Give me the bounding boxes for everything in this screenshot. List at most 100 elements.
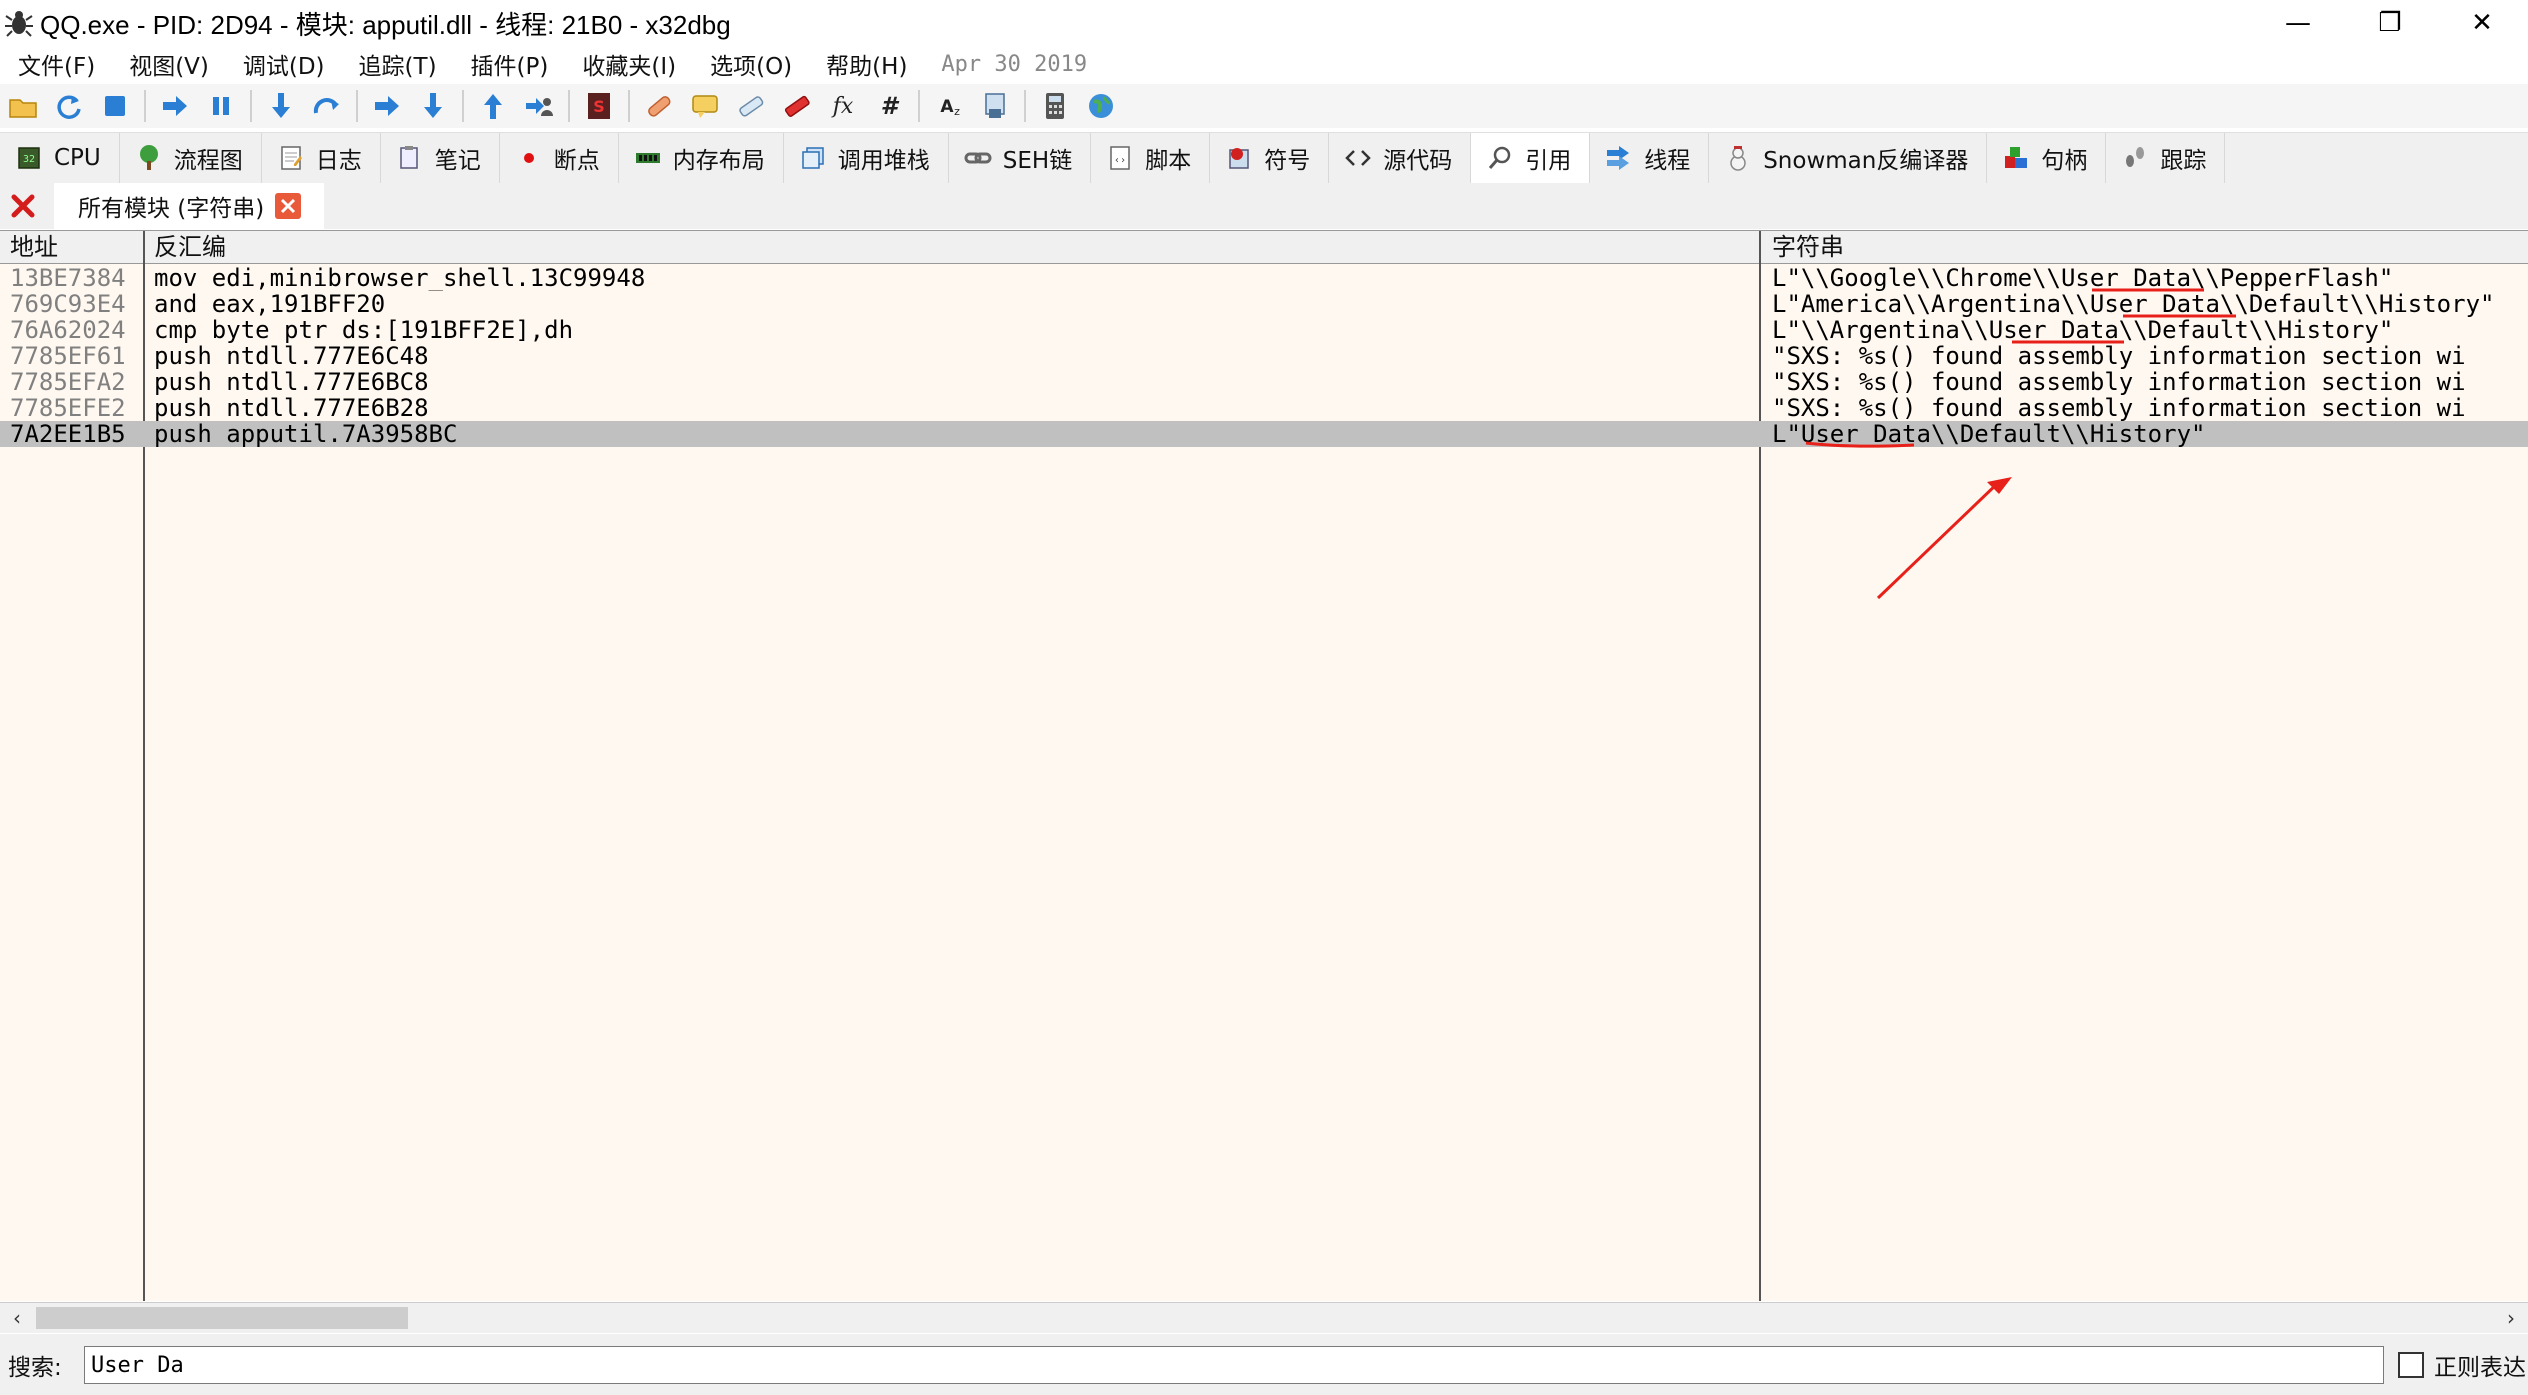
table-row[interactable]: 7785EF61 push ntdll.777E6C48 "SXS: %s() … — [0, 343, 2528, 369]
memory-map-icon — [633, 143, 663, 173]
trace-into-icon[interactable] — [369, 88, 405, 124]
row-string: "SXS: %s() found assembly information se… — [1772, 343, 2466, 369]
menu-plugins[interactable]: 插件(P) — [457, 47, 563, 81]
references-table[interactable]: 地址 反汇编 字符串 13BE7384 mov edi,minibrowser_… — [0, 230, 2528, 1301]
svg-text:fx: fx — [831, 94, 854, 119]
tab-label: 断点 — [553, 148, 600, 174]
toolbar-separator — [568, 90, 570, 122]
run-to-user-code-icon[interactable] — [521, 88, 557, 124]
tab-handles[interactable]: 句柄 — [1987, 133, 2107, 183]
subtab-label: 所有模块 (字符串) — [78, 196, 265, 222]
comments-icon[interactable] — [687, 88, 723, 124]
row-address: 769C93E4 — [10, 291, 126, 317]
cpu-icon: 32 — [14, 143, 44, 173]
tab-label: 符号 — [1264, 148, 1311, 174]
regex-checkbox-box[interactable] — [2398, 1351, 2424, 1378]
tab-snowman[interactable]: Snowman反编译器 — [1709, 133, 1988, 183]
tab-source[interactable]: 源代码 — [1329, 133, 1472, 183]
strings-icon[interactable]: Az — [931, 88, 967, 124]
module-icon[interactable] — [977, 88, 1013, 124]
tab-symbols[interactable]: 符号 — [1210, 133, 1330, 183]
scroll-left-button[interactable]: ‹ — [0, 1303, 34, 1333]
table-row[interactable]: 7785EFE2 push ntdll.777E6B28 "SXS: %s() … — [0, 395, 2528, 421]
tab-log[interactable]: 日志 — [262, 133, 381, 183]
header-string[interactable]: 字符串 — [1762, 231, 2528, 263]
close-tab-icon[interactable] — [274, 192, 302, 220]
stop-icon[interactable] — [97, 88, 133, 124]
close-all-tabs-button[interactable] — [0, 183, 46, 229]
annotation-arrow — [1876, 479, 2002, 600]
row-string: L"\\Google\\Chrome\\User Data\\PepperFla… — [1772, 265, 2394, 291]
tab-notes[interactable]: 笔记 — [381, 133, 500, 183]
subtab-all-modules-strings[interactable]: 所有模块 (字符串) — [54, 183, 325, 229]
table-row[interactable]: 769C93E4 and eax,191BFF20 L"America\\Arg… — [0, 291, 2528, 317]
scylla-icon[interactable]: S — [581, 88, 617, 124]
table-row[interactable]: 76A62024 cmp byte ptr ds:[191BFF2E],dh L… — [0, 317, 2528, 343]
tab-call-stack[interactable]: 调用堆栈 — [784, 133, 949, 183]
execute-till-return-icon[interactable] — [475, 88, 511, 124]
hash-icon[interactable]: # — [871, 88, 907, 124]
tab-threads[interactable]: 线程 — [1590, 133, 1710, 183]
patch-icon[interactable] — [641, 88, 677, 124]
menu-view[interactable]: 视图(V) — [115, 47, 223, 81]
labels-icon[interactable] — [733, 88, 769, 124]
tab-trace[interactable]: 跟踪 — [2106, 133, 2226, 183]
menu-file[interactable]: 文件(F) — [4, 47, 109, 81]
trace-over-icon[interactable] — [415, 88, 451, 124]
tab-script[interactable]: ‹› 脚本 — [1091, 133, 1211, 183]
bookmarks-icon[interactable] — [779, 88, 815, 124]
minimize-button[interactable]: — — [2252, 0, 2344, 46]
restore-button[interactable]: ❐ — [2344, 0, 2436, 46]
row-address: 76A62024 — [10, 317, 126, 343]
symbols-icon — [1224, 143, 1254, 173]
step-into-icon[interactable] — [263, 88, 299, 124]
main-tab-bar: 32 CPU 流程图 日志 笔记 断点 内存布局 调用堆栈 SEH链 ‹› 脚本… — [0, 132, 2528, 183]
tab-seh-chain[interactable]: SEH链 — [949, 133, 1092, 183]
tab-label: 脚本 — [1145, 148, 1192, 174]
close-window-button[interactable]: ✕ — [2436, 0, 2528, 46]
tab-label: 引用 — [1525, 148, 1572, 174]
header-disassembly[interactable]: 反汇编 — [144, 231, 1760, 263]
menu-options[interactable]: 选项(O) — [696, 47, 806, 81]
references-icon — [1485, 143, 1515, 173]
functions-icon[interactable]: fx — [825, 88, 861, 124]
script-icon: ‹› — [1105, 143, 1135, 173]
log-icon — [276, 143, 306, 173]
menu-favourites[interactable]: 收藏夹(I) — [568, 47, 690, 81]
search-label: 搜索: — [8, 1354, 62, 1381]
red-x-icon — [11, 194, 35, 218]
window-controls: — ❐ ✕ — [2252, 0, 2528, 46]
table-row[interactable]: 7785EFA2 push ntdll.777E6BC8 "SXS: %s() … — [0, 369, 2528, 395]
pause-icon[interactable] — [203, 88, 239, 124]
step-over-icon[interactable] — [309, 88, 345, 124]
tab-cpu[interactable]: 32 CPU — [0, 133, 120, 183]
toolbar-separator — [356, 90, 358, 122]
scroll-thumb[interactable] — [36, 1307, 408, 1329]
tab-graph[interactable]: 流程图 — [120, 133, 262, 183]
tab-label: Snowman反编译器 — [1763, 148, 1969, 174]
regex-checkbox[interactable]: 正则表达 — [2398, 1348, 2526, 1382]
open-icon[interactable] — [5, 88, 41, 124]
call-stack-icon — [798, 143, 828, 173]
tab-memory-map[interactable]: 内存布局 — [619, 133, 784, 183]
menu-debug[interactable]: 调试(D) — [229, 47, 339, 81]
header-address[interactable]: 地址 — [0, 231, 144, 263]
tab-label: SEH链 — [1002, 148, 1073, 174]
row-disassembly: cmp byte ptr ds:[191BFF2E],dh — [154, 317, 574, 343]
table-row[interactable]: 13BE7384 mov edi,minibrowser_shell.13C99… — [0, 265, 2528, 291]
menu-help[interactable]: 帮助(H) — [812, 47, 921, 81]
table-row-selected[interactable]: 7A2EE1B5 push apputil.7A3958BC L"User Da… — [0, 421, 2528, 447]
tab-label: 跟踪 — [2160, 148, 2207, 174]
globe-icon[interactable] — [1083, 88, 1119, 124]
run-icon[interactable] — [157, 88, 193, 124]
restart-icon[interactable] — [51, 88, 87, 124]
tab-breakpoints[interactable]: 断点 — [500, 133, 619, 183]
tab-references[interactable]: 引用 — [1471, 133, 1591, 183]
calculator-icon[interactable] — [1037, 88, 1073, 124]
search-input[interactable]: User Da — [84, 1345, 2384, 1384]
menu-trace[interactable]: 追踪(T) — [345, 47, 451, 81]
scroll-right-button[interactable]: › — [2494, 1303, 2528, 1333]
table-header: 地址 反汇编 字符串 — [0, 231, 2528, 264]
row-disassembly: and eax,191BFF20 — [154, 291, 386, 317]
horizontal-scrollbar[interactable]: ‹ › — [0, 1302, 2528, 1333]
